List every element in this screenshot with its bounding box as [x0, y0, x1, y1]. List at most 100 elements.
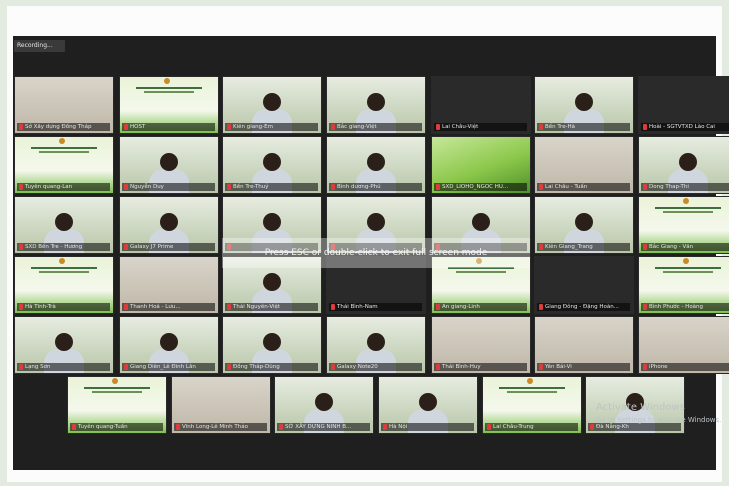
participant-name: Dong Thap-Thi — [641, 183, 729, 191]
participant-head — [263, 93, 281, 111]
participant-name: Hà Tĩnh-Trà — [17, 303, 110, 311]
participant-tile[interactable]: Dong Thap-Thi — [638, 136, 729, 194]
participant-name: iPhone — [641, 363, 729, 371]
participant-name: Hoài - SGTVTXD Lào Cai — [641, 123, 729, 131]
muted-mic-icon — [331, 124, 335, 130]
participant-tile[interactable]: Giang Diên_Lê Đình Lân — [119, 316, 219, 374]
windows-activation-subtitle: Go to Settings to activate Windows. — [596, 416, 722, 424]
participant-tile[interactable]: Đồng Tháp-Dũng — [222, 316, 322, 374]
participant-tile[interactable]: Hoài - SGTVTXD Lào Cai — [638, 76, 729, 134]
participant-tile[interactable]: Bắc giang-Việt — [326, 76, 426, 134]
emblem-icon — [112, 378, 118, 384]
muted-mic-icon — [643, 244, 647, 250]
emblem-icon — [59, 258, 65, 264]
participant-tile[interactable]: Tuyên quang-Lan — [14, 136, 114, 194]
windows-activation-title: Activate Windows — [596, 402, 685, 413]
slide-heading — [649, 263, 727, 277]
participant-tile[interactable]: Giang Đông - Đặng Hoàn... — [534, 256, 634, 314]
muted-mic-icon — [124, 244, 128, 250]
participant-name-text: Vĩnh Long-Lê Minh Thảo — [182, 424, 248, 430]
participant-name-text: Sở Xây dựng Đồng Tháp — [25, 124, 92, 130]
participant-tile[interactable]: Lai Châu - Tuấn — [534, 136, 634, 194]
participant-head — [55, 333, 73, 351]
participant-tile[interactable]: HOST — [119, 76, 219, 134]
slide-heading — [25, 263, 103, 277]
muted-mic-icon — [436, 364, 440, 370]
participant-head — [55, 213, 73, 231]
muted-mic-icon — [590, 424, 594, 430]
participant-name: Giang Diên_Lê Đình Lân — [122, 363, 215, 371]
muted-mic-icon — [643, 304, 647, 310]
muted-mic-icon — [19, 364, 23, 370]
participant-name-text: An giang-Linh — [442, 304, 480, 310]
participant-head — [575, 213, 593, 231]
muted-mic-icon — [539, 304, 543, 310]
participant-name-text: Galaxy J7 Prime — [130, 244, 174, 250]
participant-tile[interactable]: Bình Phước - Hoàng — [638, 256, 729, 314]
muted-mic-icon — [124, 184, 128, 190]
participant-tile[interactable]: Sở Xây dựng Đồng Tháp — [14, 76, 114, 134]
participant-tile[interactable]: Nguyễn Duy — [119, 136, 219, 194]
participant-head — [419, 393, 437, 411]
muted-mic-icon — [436, 304, 440, 310]
participant-tile[interactable]: Kiên giang-Em — [222, 76, 322, 134]
participant-tile[interactable]: Thái Bình-Huy — [431, 316, 531, 374]
participant-tile[interactable]: Lai Châu-Trung — [482, 376, 582, 434]
participant-tile[interactable]: Tuyên quang-Tuấn — [67, 376, 167, 434]
participant-name: Bình Phước - Hoàng — [641, 303, 729, 311]
participant-tile[interactable]: Hà Nội — [378, 376, 478, 434]
fullscreen-exit-message: Press ESC or double-click to exit full s… — [264, 248, 488, 258]
slide-heading — [78, 383, 156, 397]
muted-mic-icon — [331, 304, 335, 310]
participant-tile[interactable]: Thanh Hoá - Lưu... — [119, 256, 219, 314]
emblem-icon — [683, 198, 689, 204]
participant-name-text: Đà Nẵng-Kh — [596, 424, 629, 430]
participant-tile[interactable]: Bến Tre-Hà — [534, 76, 634, 134]
participant-name-text: Hà Nội — [389, 424, 408, 430]
participant-tile[interactable]: Hà Tĩnh-Trà — [14, 256, 114, 314]
participant-name: Thái Nguyên-Việt — [225, 303, 318, 311]
participant-tile[interactable]: Bến Tre-Thuỷ — [222, 136, 322, 194]
participant-head — [263, 213, 281, 231]
muted-mic-icon — [331, 364, 335, 370]
participant-name: Galaxy J7 Prime — [122, 243, 215, 251]
participant-tile[interactable]: Lạng Sơn — [14, 316, 114, 374]
participant-tile[interactable]: iPhone — [638, 316, 729, 374]
participant-name: Bắc Giang - Văn — [641, 243, 729, 251]
participant-head — [367, 153, 385, 171]
muted-mic-icon — [643, 184, 647, 190]
participant-tile[interactable]: Yên Bái-Vi — [534, 316, 634, 374]
participant-name-text: Thái Bình-Nam — [337, 304, 378, 310]
muted-mic-icon — [227, 184, 231, 190]
participant-tile[interactable]: SXD_LIOHO_NGOC HU... — [431, 136, 531, 194]
participant-name: Thái Bình-Nam — [329, 303, 422, 311]
participant-name: SXD_LIOHO_NGOC HU... — [434, 183, 527, 191]
recording-indicator[interactable]: Recording... — [14, 40, 65, 52]
participant-head — [472, 213, 490, 231]
emblem-icon — [527, 378, 533, 384]
participant-name: Lai Châu-Trung — [485, 423, 578, 431]
participant-name-text: HOST — [130, 124, 146, 130]
participant-tile[interactable]: Vĩnh Long-Lê Minh Thảo — [171, 376, 271, 434]
participant-head — [160, 333, 178, 351]
participant-head — [679, 153, 697, 171]
participant-tile[interactable]: SỞ XÂY DỰNG NINH B... — [274, 376, 374, 434]
participant-name-text: Kiên giang-Em — [233, 124, 273, 130]
participant-tile[interactable]: Galaxy Note20 — [326, 316, 426, 374]
participant-name: Bình dương-Phú — [329, 183, 422, 191]
participant-tile[interactable]: SXD Bến Tre - Hương — [14, 196, 114, 254]
participant-tile[interactable]: Bình dương-Phú — [326, 136, 426, 194]
participant-tile[interactable]: Galaxy J7 Prime — [119, 196, 219, 254]
participant-tile[interactable]: Kiên Giang_Trang — [534, 196, 634, 254]
participant-head — [367, 93, 385, 111]
participant-tile[interactable]: Bắc Giang - Văn — [638, 196, 729, 254]
participant-tile[interactable]: Lai Châu-Việt — [431, 76, 531, 134]
slide-heading — [25, 143, 103, 157]
participant-name-text: Bình dương-Phú — [337, 184, 381, 190]
participant-name: Lai Châu - Tuấn — [537, 183, 630, 191]
participant-name: SXD Bến Tre - Hương — [17, 243, 110, 251]
participant-name-text: Bắc Giang - Văn — [649, 244, 694, 250]
participant-head — [575, 93, 593, 111]
participant-name-text: SXD_LIOHO_NGOC HU... — [442, 184, 509, 190]
participant-name: Kiên Giang_Trang — [537, 243, 630, 251]
